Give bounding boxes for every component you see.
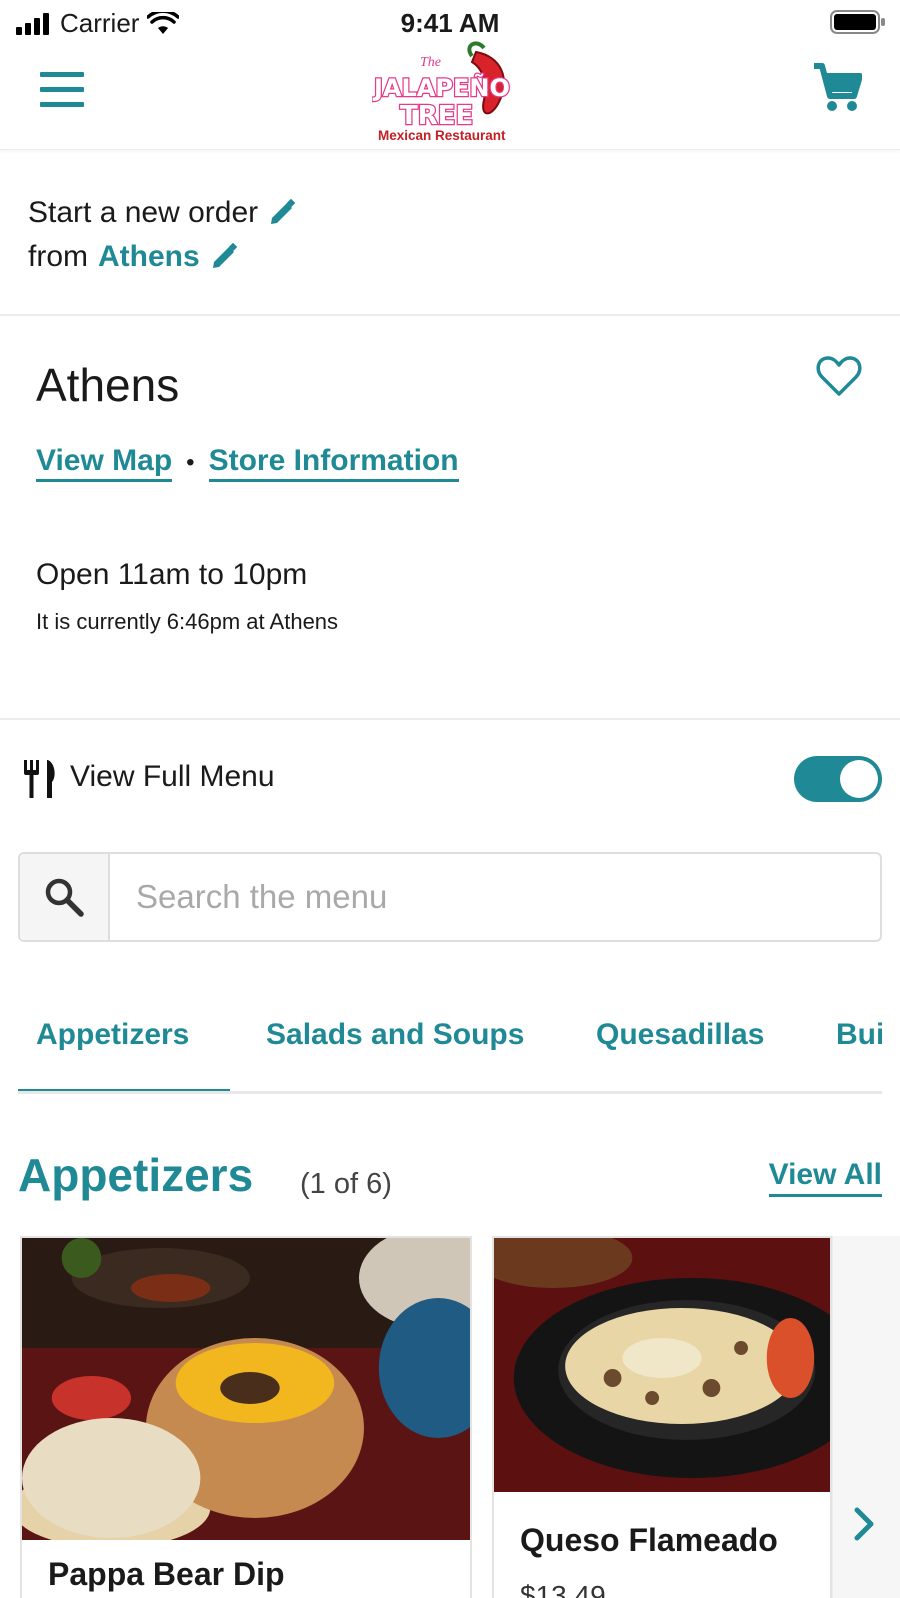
- full-menu-row: View Full Menu: [0, 722, 900, 832]
- chevron-right-icon: [854, 1507, 874, 1541]
- edit-pencil-icon[interactable]: [210, 243, 238, 271]
- full-menu-toggle[interactable]: [794, 756, 882, 802]
- start-order-label: Start a new order: [28, 196, 259, 229]
- tab-appetizers[interactable]: Appetizers: [36, 1018, 189, 1052]
- tab-quesadillas[interactable]: Quesadillas: [596, 1018, 764, 1052]
- battery-icon: [830, 10, 886, 39]
- edit-pencil-icon[interactable]: [268, 199, 296, 227]
- svg-text:TREE: TREE: [400, 101, 473, 131]
- item-price: $13.49: [520, 1580, 606, 1598]
- view-all-link[interactable]: View All: [768, 1158, 882, 1197]
- section-title: Appetizers: [18, 1149, 254, 1201]
- cart-icon[interactable]: [812, 62, 863, 114]
- view-full-menu-label: View Full Menu: [70, 760, 275, 793]
- appetizers-section-header: Appetizers (1 of 6) View All: [18, 1144, 882, 1214]
- tab-salads-and-soups[interactable]: Salads and Soups: [266, 1018, 524, 1052]
- fork-knife-icon: [24, 760, 55, 798]
- item-name: Queso Flameado: [520, 1522, 778, 1558]
- view-map-link[interactable]: View Map: [36, 444, 173, 482]
- svg-text:Mexican Restaurant: Mexican Restaurant: [378, 128, 506, 143]
- active-tab-indicator: [18, 1089, 230, 1091]
- toggle-knob: [840, 760, 878, 798]
- clock: 9:41 AM: [400, 8, 500, 38]
- current-time-note: It is currently 6:46pm at Athens: [36, 609, 339, 634]
- order-location-line[interactable]: from Athens: [28, 240, 238, 274]
- store-name: Athens: [36, 359, 180, 411]
- menu-item-card[interactable]: Pappa Bear Dip: [20, 1236, 472, 1598]
- tab-burritos[interactable]: Bui: [836, 1018, 882, 1052]
- search-icon[interactable]: [20, 854, 110, 940]
- start-order-line[interactable]: Start a new order: [28, 196, 296, 230]
- from-label: from: [28, 240, 88, 273]
- search-input[interactable]: [110, 854, 880, 940]
- store-info: Athens View Map • Store Information Open…: [0, 316, 900, 720]
- item-photo: [22, 1238, 470, 1540]
- link-separator: •: [186, 449, 195, 476]
- order-location-link[interactable]: Athens: [98, 240, 200, 274]
- order-context: Start a new order from Athens: [0, 150, 900, 316]
- store-information-link[interactable]: Store Information: [208, 444, 459, 482]
- svg-text:JALAPEÑO: JALAPEÑO: [372, 73, 510, 102]
- section-count: (1 of 6): [300, 1168, 392, 1200]
- favorite-heart-icon[interactable]: [816, 354, 862, 398]
- menu-search: [18, 852, 882, 942]
- carousel-next-button[interactable]: [832, 1236, 900, 1598]
- hamburger-menu-icon[interactable]: [38, 66, 88, 114]
- category-tabs: Appetizers Salads and Soups Quesadillas …: [18, 1000, 882, 1094]
- svg-text:The: The: [420, 55, 441, 70]
- store-hours: Open 11am to 10pm: [36, 558, 308, 591]
- store-links: View Map • Store Information: [36, 444, 459, 482]
- app-header: The JALAPEÑO TREE Mexican Restaurant: [0, 41, 900, 150]
- item-carousel: Pappa Bear Dip Queso Flameado $13.49: [0, 1236, 900, 1598]
- menu-item-card[interactable]: Queso Flameado $13.49: [492, 1236, 832, 1598]
- restaurant-logo[interactable]: The JALAPEÑO TREE Mexican Restaurant: [371, 38, 528, 144]
- item-name: Pappa Bear Dip: [48, 1556, 285, 1592]
- item-photo: [494, 1238, 830, 1492]
